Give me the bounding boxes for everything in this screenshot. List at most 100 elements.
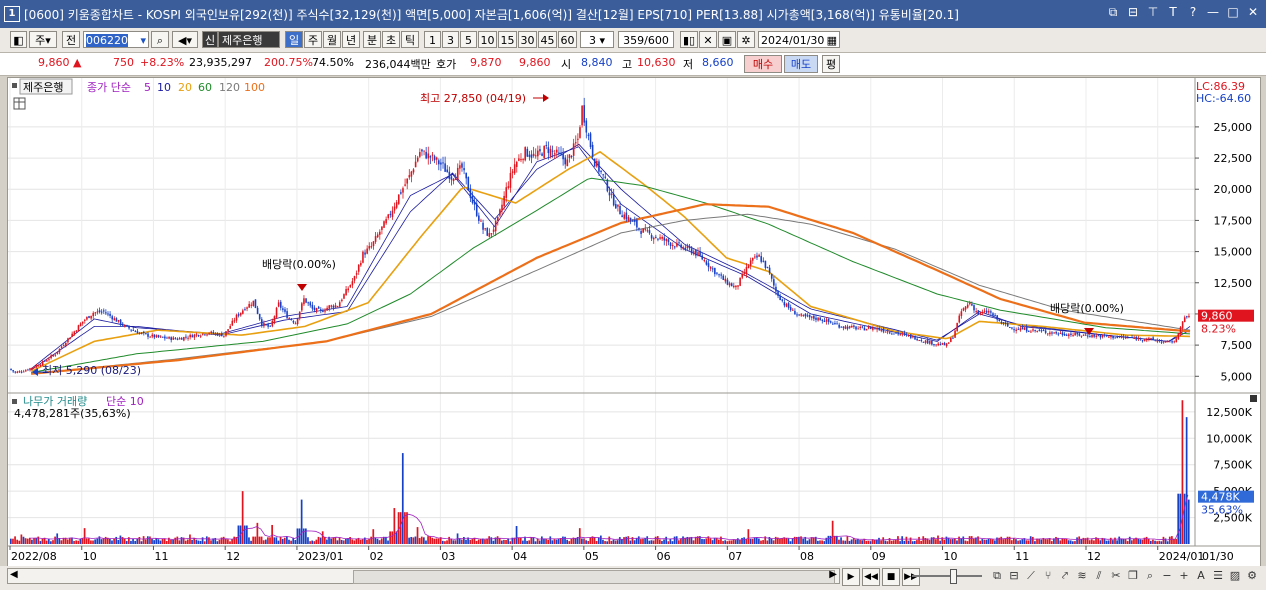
volume-bar (465, 539, 467, 544)
interval-select[interactable]: 3 ▾ (580, 31, 614, 48)
candle-body (674, 246, 676, 248)
candle-body (1108, 336, 1110, 338)
candle-body (305, 298, 307, 303)
interval-3-button[interactable]: 3 (442, 31, 459, 48)
candle-body (846, 326, 849, 329)
search-icon[interactable]: ⌕ (151, 31, 169, 48)
volume-bar (1019, 540, 1022, 544)
candle-body (1137, 337, 1140, 340)
stock-code-input[interactable]: 006220 ▾ (83, 31, 149, 48)
volume-bar (370, 536, 373, 544)
link-icon[interactable]: ⧉ (1106, 5, 1120, 19)
minus-icon[interactable]: − (1160, 568, 1174, 584)
time-scrollbar[interactable]: ◀ ▶ (7, 568, 840, 584)
data-count-field[interactable]: 359/600 (618, 31, 674, 48)
interval-5-button[interactable]: 5 (460, 31, 477, 48)
buy-button[interactable]: 매수 (744, 55, 782, 73)
text-icon[interactable]: A (1194, 568, 1208, 584)
zoom-slider-handle[interactable] (950, 569, 957, 584)
zoom-icon[interactable]: ⌕ (1143, 568, 1157, 584)
split-icon[interactable]: ⊟ (1007, 568, 1021, 584)
chart-menu-icon[interactable]: ◧ (10, 31, 27, 48)
period-tick-button[interactable]: 틱 (401, 31, 419, 48)
chart-svg[interactable]: 5,0007,50010,00012,50015,00017,50020,000… (8, 78, 1260, 566)
period-day-button[interactable]: 일 (285, 31, 303, 48)
candle-body (1154, 339, 1157, 341)
help-icon[interactable]: ? (1186, 5, 1200, 19)
candle-body (1135, 337, 1138, 340)
fork-icon[interactable]: ⑂ (1041, 568, 1055, 584)
candle-body (916, 338, 918, 341)
period-week-button[interactable]: 주 (304, 31, 322, 48)
volume-bar (909, 537, 912, 544)
candle-icon[interactable]: ▮▯ (680, 31, 698, 48)
interval-45-button[interactable]: 45 (538, 31, 557, 48)
list-icon[interactable]: ☰ (1211, 568, 1225, 584)
copy-icon[interactable]: ❐ (1126, 568, 1140, 584)
play-icon[interactable]: ▶ (842, 568, 860, 586)
pin-icon[interactable]: ⊤ (1146, 5, 1160, 19)
interval-30-button[interactable]: 30 (518, 31, 537, 48)
stop-icon[interactable]: ■ (882, 568, 900, 586)
close-icon[interactable]: ✕ (1246, 5, 1260, 19)
volume-bar (201, 537, 204, 544)
market-select[interactable]: 주▾ (29, 31, 57, 48)
interval-15-button[interactable]: 15 (498, 31, 517, 48)
gear-icon[interactable]: ⚙ (1245, 568, 1259, 584)
fast-forward-icon[interactable]: ▶▶ (902, 568, 920, 586)
volume-bar (85, 538, 88, 544)
scissors-icon[interactable]: ✂ (1109, 568, 1123, 584)
price-tick-label: 22,500 (1214, 152, 1253, 165)
volume-bar (452, 540, 455, 544)
font-icon[interactable]: T (1166, 5, 1180, 19)
prev-button[interactable]: 전 (62, 31, 80, 48)
candle-body (513, 164, 516, 174)
rewind-icon[interactable]: ◀◀ (862, 568, 880, 586)
volume-bar (882, 537, 885, 544)
settings-gear-icon[interactable]: ✲ (737, 31, 755, 48)
fibonacci-icon[interactable]: ≋ (1075, 568, 1089, 584)
chart-area[interactable]: 5,0007,50010,00012,50015,00017,50020,000… (7, 77, 1261, 567)
minimize-icon[interactable]: — (1206, 5, 1220, 19)
crosshair-icon[interactable]: ✕ (699, 31, 717, 48)
scroll-thumb[interactable] (353, 570, 835, 584)
plus-icon[interactable]: + (1177, 568, 1191, 584)
legend-box-icon[interactable] (12, 83, 17, 88)
save-icon[interactable]: ▣ (718, 31, 736, 48)
image-icon[interactable]: ▨ (1228, 568, 1242, 584)
volume-pane-close-icon[interactable] (1250, 395, 1257, 402)
trend-icon[interactable]: ⤤ (1058, 568, 1072, 584)
calendar-icon[interactable]: ▦ (827, 32, 837, 49)
sound-icon[interactable]: ◀▾ (172, 31, 198, 48)
volume-bar (629, 540, 632, 544)
average-button[interactable]: 평 (822, 55, 840, 73)
draw-line-icon[interactable]: ⟋ (1024, 568, 1038, 584)
change-percent: +8.23% (140, 56, 185, 69)
volume-bar (313, 541, 316, 544)
interval-10-button[interactable]: 10 (478, 31, 497, 48)
scroll-right-icon[interactable]: ▶ (829, 569, 837, 580)
channel-icon[interactable]: ⫽ (1092, 568, 1106, 584)
interval-1-button[interactable]: 1 (424, 31, 441, 48)
volume-bar (361, 539, 364, 544)
volume-bar (827, 535, 830, 544)
candle-body (1059, 333, 1062, 335)
sell-button[interactable]: 매도 (784, 55, 818, 73)
candle-body (646, 230, 649, 232)
volume-bar (595, 541, 598, 544)
period-year-button[interactable]: 년 (342, 31, 360, 48)
overlay-icon[interactable]: ⧉ (990, 568, 1004, 584)
maximize-icon[interactable]: □ (1226, 5, 1240, 19)
period-minute-button[interactable]: 분 (363, 31, 381, 48)
period-second-button[interactable]: 초 (382, 31, 400, 48)
interval-60-button[interactable]: 60 (558, 31, 577, 48)
volume-bar (884, 540, 887, 544)
scroll-left-icon[interactable]: ◀ (10, 569, 18, 580)
volume-legend-box-icon[interactable] (12, 399, 17, 404)
dock-icon[interactable]: ⊟ (1126, 5, 1140, 19)
zoom-slider[interactable] (912, 575, 982, 577)
date-field[interactable]: 2024/01/30 ▦ (758, 31, 840, 48)
candle-body (284, 309, 286, 312)
period-month-button[interactable]: 월 (323, 31, 341, 48)
stock-name-field[interactable]: 제주은행 (218, 31, 280, 48)
